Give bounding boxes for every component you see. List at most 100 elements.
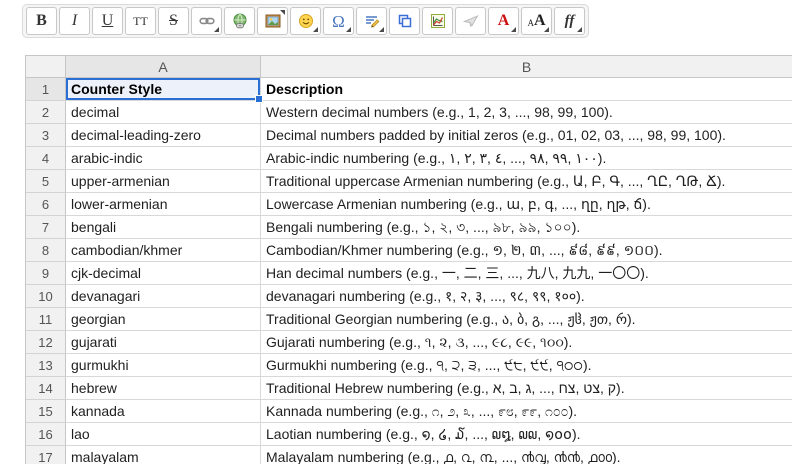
- cell-counter-style[interactable]: arabic-indic: [66, 147, 261, 170]
- cell-counter-style[interactable]: kannada: [66, 400, 261, 423]
- row-number[interactable]: 16: [26, 423, 66, 446]
- cell-description[interactable]: Laotian numbering (e.g., ໑, ໒, ໓, ..., ໙…: [261, 423, 792, 446]
- cell-counter-style[interactable]: hebrew: [66, 377, 261, 400]
- cell-description[interactable]: Traditional uppercase Armenian numbering…: [261, 170, 792, 193]
- cell-description[interactable]: Kannada numbering (e.g., ೧, ೨, ೩, ..., ೯…: [261, 400, 792, 423]
- row-number[interactable]: 13: [26, 354, 66, 377]
- row-number[interactable]: 6: [26, 193, 66, 216]
- cell-counter-style[interactable]: georgian: [66, 308, 261, 331]
- row-number[interactable]: 5: [26, 170, 66, 193]
- cell-text: hebrew: [71, 378, 117, 399]
- cell-text: bengali: [71, 217, 116, 238]
- italic-button[interactable]: I: [59, 7, 90, 35]
- strikethrough-button[interactable]: S: [158, 7, 189, 35]
- link-icon: [199, 13, 215, 29]
- table-row: 11 georgian Traditional Georgian numberi…: [26, 308, 792, 331]
- cell-description[interactable]: Traditional Hebrew numbering (e.g., א‎, …: [261, 377, 792, 400]
- row-number[interactable]: 10: [26, 285, 66, 308]
- cell-counter-style[interactable]: cambodian/khmer: [66, 239, 261, 262]
- cell-counter-style[interactable]: decimal: [66, 101, 261, 124]
- row-number[interactable]: 14: [26, 377, 66, 400]
- font-family-label: ff: [565, 14, 575, 29]
- cell-description[interactable]: Gurmukhi numbering (e.g., ੧, ੨, ੩, ..., …: [261, 354, 792, 377]
- cell-description[interactable]: Arabic-indic numbering (e.g., ١‎, ٢‎, ٣‎…: [261, 147, 792, 170]
- dropdown-arrow-icon: [511, 27, 516, 32]
- bold-label: B: [36, 13, 47, 29]
- font-size-button[interactable]: AA: [521, 7, 552, 35]
- row-number[interactable]: 15: [26, 400, 66, 423]
- cell-counter-style[interactable]: lower-armenian: [66, 193, 261, 216]
- cell-text: Laotian numbering (e.g., ໑, ໒, ໓, ..., ໙…: [266, 424, 581, 445]
- row-number[interactable]: 1: [26, 78, 66, 101]
- row-number[interactable]: 9: [26, 262, 66, 285]
- special-character-button[interactable]: Ω: [323, 7, 354, 35]
- cell-description[interactable]: Lowercase Armenian numbering (e.g., ա, բ…: [261, 193, 792, 216]
- cell-counter-style[interactable]: lao: [66, 423, 261, 446]
- teletype-label: TT: [133, 15, 148, 27]
- row-number[interactable]: 2: [26, 101, 66, 124]
- font-color-button[interactable]: A: [488, 7, 519, 35]
- row-number[interactable]: 12: [26, 331, 66, 354]
- cell-description[interactable]: Western decimal numbers (e.g., 1, 2, 3, …: [261, 101, 792, 124]
- transclusion-button[interactable]: [389, 7, 420, 35]
- cell-description[interactable]: Description: [261, 78, 792, 101]
- overlapping-squares-icon: [397, 13, 413, 29]
- cell-counter-style[interactable]: decimal-leading-zero: [66, 124, 261, 147]
- cell-description[interactable]: Gujarati numbering (e.g., ૧, ૨, ૩, ..., …: [261, 331, 792, 354]
- cell-text: lao: [71, 424, 90, 445]
- cell-text: Kannada numbering (e.g., ೧, ೨, ೩, ..., ೯…: [266, 401, 577, 422]
- cell-text: decimal-leading-zero: [71, 125, 201, 146]
- send-button[interactable]: [455, 7, 486, 35]
- signature-button[interactable]: [356, 7, 387, 35]
- underline-label: U: [102, 13, 114, 29]
- image-button[interactable]: [257, 7, 288, 35]
- cell-description[interactable]: Malayalam numbering (e.g., ൧, ൨, ൩, ...,…: [261, 446, 792, 464]
- column-header-a[interactable]: A: [66, 56, 261, 78]
- cell-counter-style[interactable]: devanagari: [66, 285, 261, 308]
- cell-description[interactable]: Bengali numbering (e.g., ১, ২, ৩, ..., ৯…: [261, 216, 792, 239]
- cell-description[interactable]: Han decimal numbers (e.g., 一, 二, 三, ...,…: [261, 262, 792, 285]
- row-number[interactable]: 17: [26, 446, 66, 464]
- signature-pen-icon: [364, 13, 380, 29]
- dropdown-arrow-icon: [379, 27, 384, 32]
- cell-text: Gurmukhi numbering (e.g., ੧, ੨, ੩, ..., …: [266, 355, 592, 376]
- cell-text: devanagari numbering (e.g., १, २, ३, ...…: [266, 286, 585, 307]
- cell-counter-style[interactable]: cjk-decimal: [66, 262, 261, 285]
- underline-button[interactable]: U: [92, 7, 123, 35]
- cell-text: gujarati: [71, 332, 117, 353]
- cell-description[interactable]: Traditional Georgian numbering (e.g., ა,…: [261, 308, 792, 331]
- cell-text: Bengali numbering (e.g., ১, ২, ৩, ..., ৯…: [266, 217, 580, 238]
- cell-counter-style[interactable]: gujarati: [66, 331, 261, 354]
- row-number[interactable]: 4: [26, 147, 66, 170]
- cell-description[interactable]: devanagari numbering (e.g., १, २, ३, ...…: [261, 285, 792, 308]
- table-row: 16 lao Laotian numbering (e.g., ໑, ໒, ໓,…: [26, 423, 792, 446]
- cell-counter-style[interactable]: malayalam: [66, 446, 261, 464]
- cell-text: Traditional uppercase Armenian numbering…: [266, 171, 725, 192]
- cell-text: kannada: [71, 401, 125, 422]
- cell-text: Malayalam numbering (e.g., ൧, ൨, ൩, ...,…: [266, 447, 621, 464]
- cell-text: Description: [266, 79, 343, 100]
- cell-description[interactable]: Decimal numbers padded by initial zeros …: [261, 124, 792, 147]
- table-row: 7 bengali Bengali numbering (e.g., ১, ২,…: [26, 216, 792, 239]
- select-all-corner[interactable]: [26, 56, 66, 78]
- row-number[interactable]: 7: [26, 216, 66, 239]
- row-number[interactable]: 11: [26, 308, 66, 331]
- cell-counter-style[interactable]: upper-armenian: [66, 170, 261, 193]
- web-link-button[interactable]: [224, 7, 255, 35]
- teletype-button[interactable]: TT: [125, 7, 156, 35]
- cell-counter-style[interactable]: Counter Style: [66, 78, 261, 101]
- cell-description[interactable]: Cambodian/Khmer numbering (e.g., ១, ២, ៣…: [261, 239, 792, 262]
- font-family-button[interactable]: ff: [554, 7, 585, 35]
- cell-counter-style[interactable]: bengali: [66, 216, 261, 239]
- emoticon-button[interactable]: [290, 7, 321, 35]
- row-number[interactable]: 8: [26, 239, 66, 262]
- chart-button[interactable]: [422, 7, 453, 35]
- cell-text: Western decimal numbers (e.g., 1, 2, 3, …: [266, 102, 613, 123]
- column-header-b[interactable]: B: [261, 56, 792, 78]
- link-button[interactable]: [191, 7, 222, 35]
- table-row: 6 lower-armenian Lowercase Armenian numb…: [26, 193, 792, 216]
- dropdown-arrow-icon: [544, 27, 549, 32]
- cell-counter-style[interactable]: gurmukhi: [66, 354, 261, 377]
- bold-button[interactable]: B: [26, 7, 57, 35]
- row-number[interactable]: 3: [26, 124, 66, 147]
